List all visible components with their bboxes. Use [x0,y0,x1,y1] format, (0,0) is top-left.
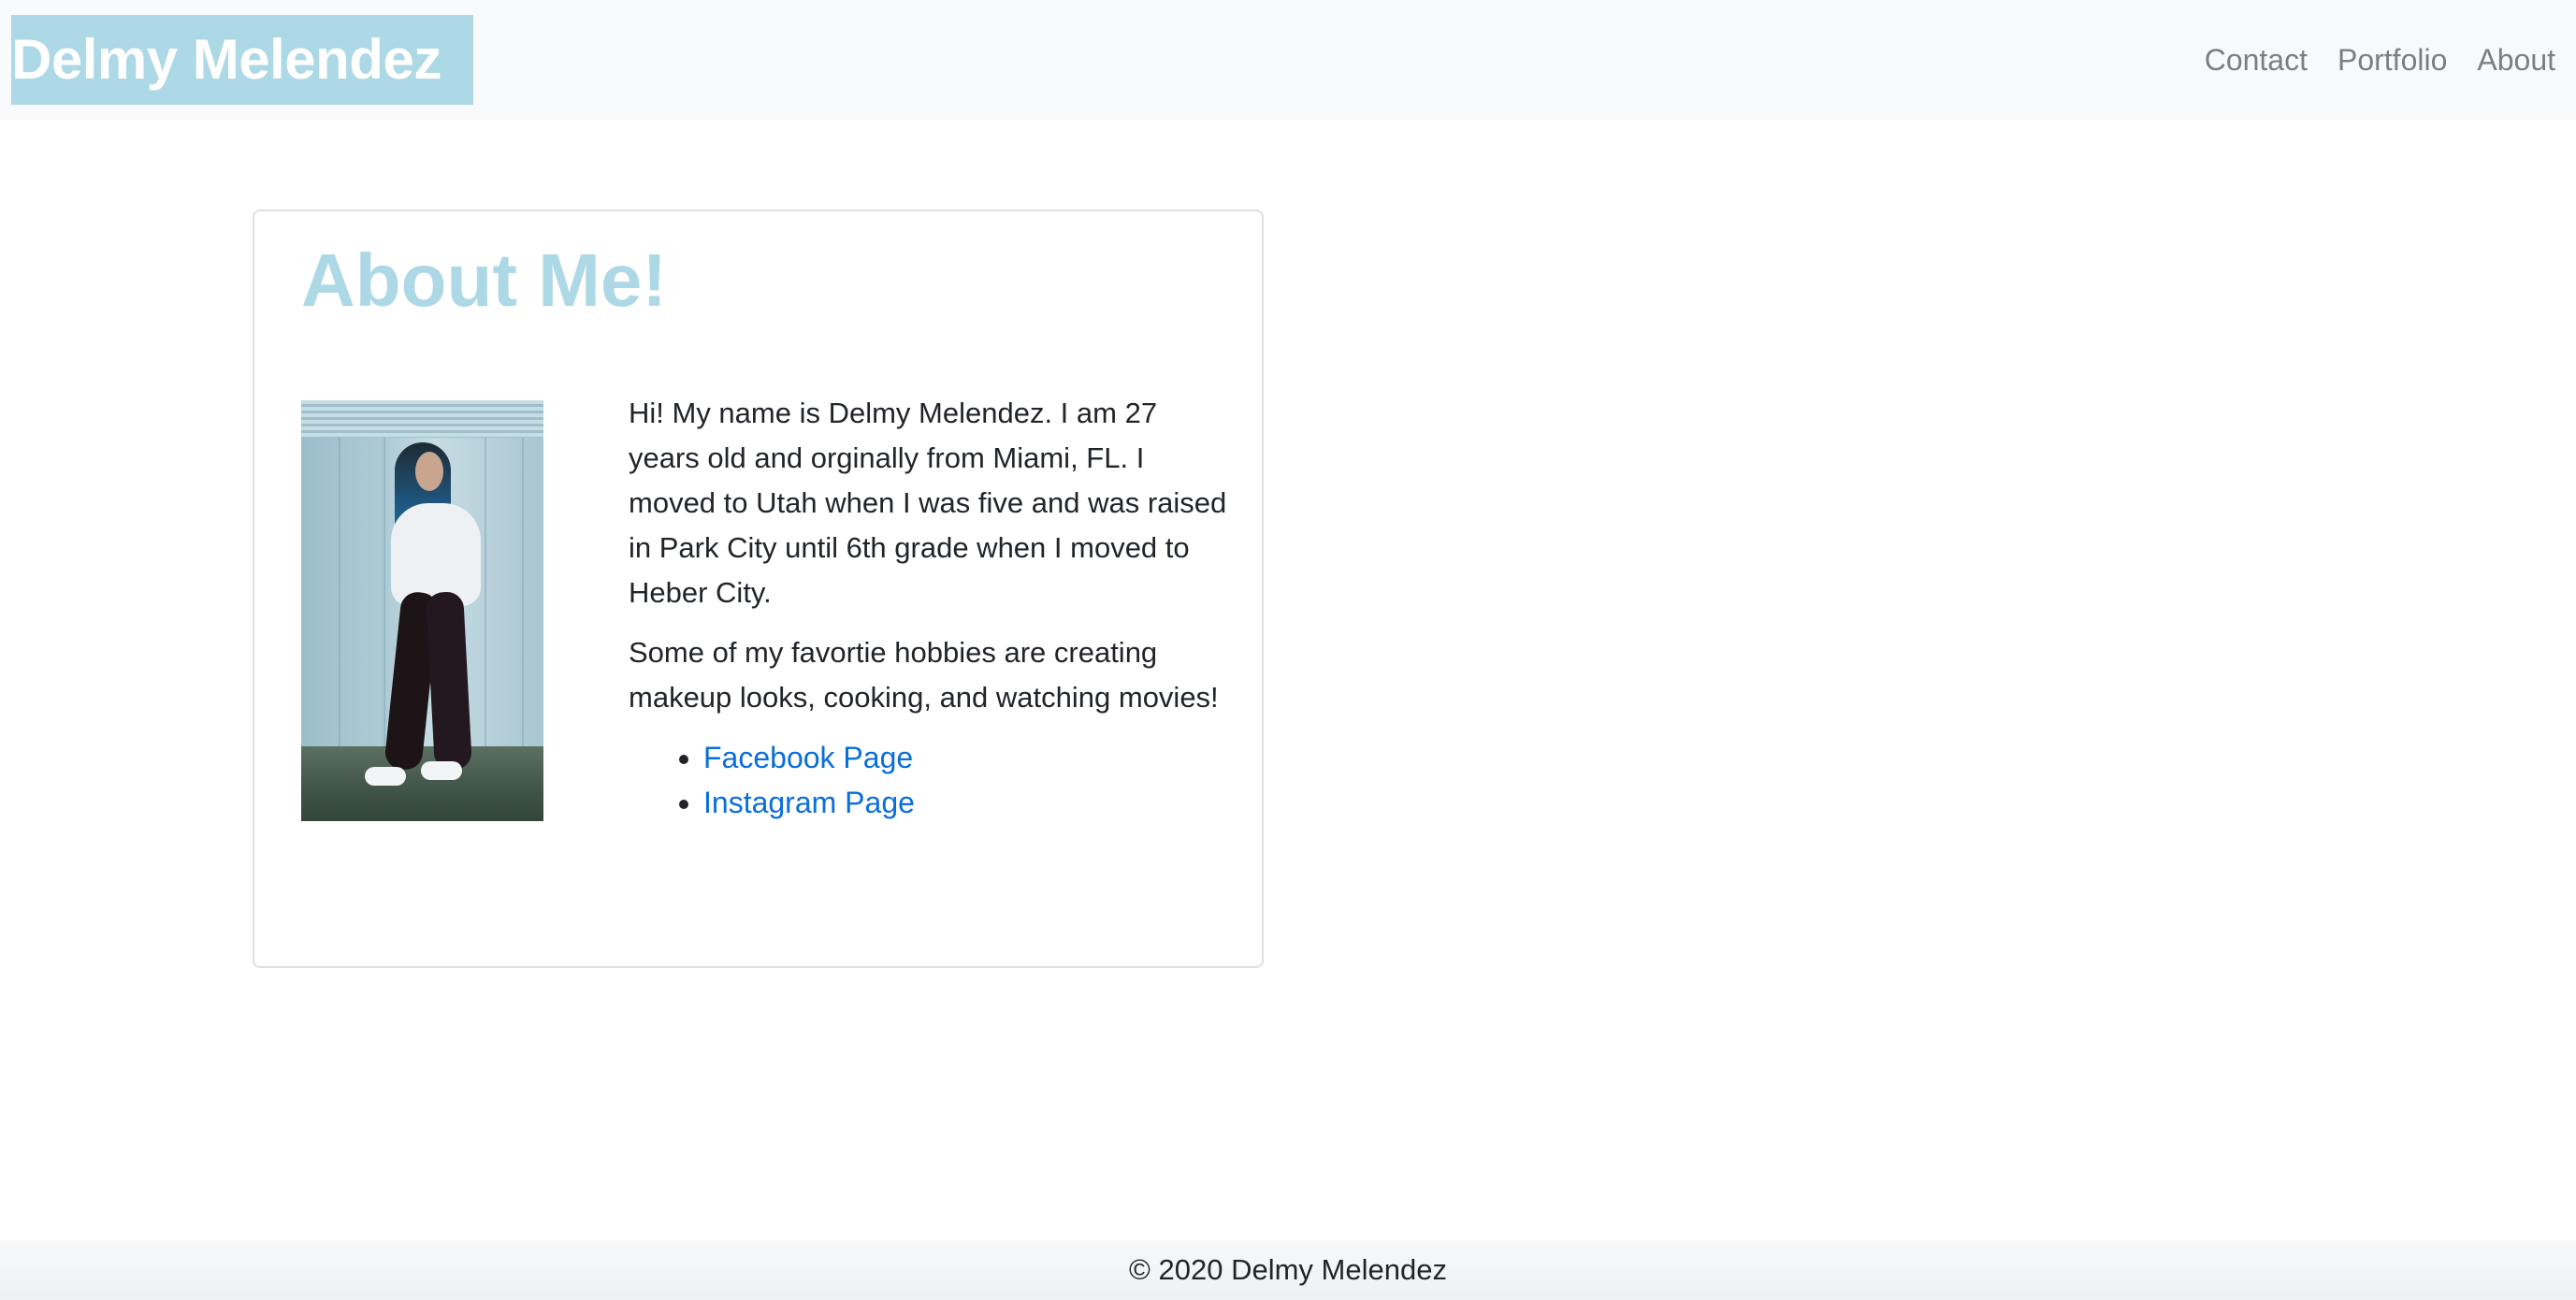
facebook-link[interactable]: Facebook Page [703,741,913,774]
copyright-text: © 2020 Delmy Melendez [1129,1253,1447,1286]
person-face [415,452,443,491]
navbar: Delmy Melendez Contact Portfolio About [0,0,2576,120]
fence-board [522,438,524,748]
nav-link-about[interactable]: About [2477,43,2555,78]
fence-board [485,438,486,748]
bio-paragraph: Hi! My name is Delmy Melendez. I am 27 y… [629,397,1227,609]
footer: © 2020 Delmy Melendez [0,1240,2576,1300]
fence-board [339,438,340,748]
bio: Hi! My name is Delmy Melendez. I am 27 y… [629,391,1227,825]
instagram-link[interactable]: Instagram Page [703,786,915,819]
list-item: Facebook Page [703,735,1227,780]
person-shoe [365,767,406,786]
bio-paragraph: Some of my favortie hobbies are creating… [629,636,1219,714]
fence-board [384,438,385,748]
page-title: About Me! [301,238,668,322]
brand-logo[interactable]: Delmy Melendez [11,15,473,105]
nav-links: Contact Portfolio About [2205,0,2555,120]
person-torso [391,503,481,606]
list-item: Instagram Page [703,780,1227,825]
nav-link-contact[interactable]: Contact [2205,43,2308,78]
fence-top [301,400,543,438]
person-shoe [421,761,462,780]
grass [301,746,543,821]
nav-link-portfolio[interactable]: Portfolio [2337,43,2447,78]
social-links: Facebook Page Instagram Page [629,735,1227,825]
profile-photo [301,400,543,821]
about-card: About Me! Hi! My name is Delmy Melendez.… [253,209,1264,968]
person-leg [426,591,472,771]
